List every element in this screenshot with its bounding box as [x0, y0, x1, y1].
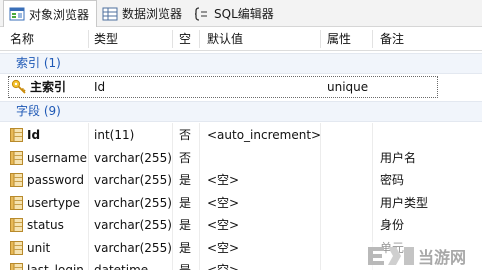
column-default[interactable]: 默认值	[207, 27, 243, 51]
field-default: <空>	[207, 218, 240, 232]
tab-label: 对象浏览器	[29, 7, 90, 22]
field-row[interactable]: usertype varchar(255) 是 <空> 用户类型	[0, 192, 482, 214]
tab-label: SQL编辑器	[214, 7, 274, 21]
watermark-text: 当游网	[418, 248, 466, 267]
tab-object-browser[interactable]: 对象浏览器	[3, 0, 98, 28]
field-default: <空>	[207, 173, 240, 187]
column-divider[interactable]	[88, 30, 89, 48]
index-group-header[interactable]: 索引 (1)	[0, 53, 482, 74]
field-row[interactable]: password varchar(255) 是 <空> 密码	[0, 169, 482, 191]
field-icon	[10, 150, 23, 165]
watermark-logo: 当游网	[362, 242, 482, 270]
field-default: <auto_increment>	[207, 128, 322, 142]
field-default: <空>	[207, 263, 240, 270]
sql-editor-icon	[194, 6, 210, 21]
field-note: 身份	[380, 218, 405, 232]
field-group-header[interactable]: 字段 (9)	[0, 101, 482, 122]
index-name: 主索引	[30, 80, 67, 94]
field-icon	[10, 173, 23, 187]
index-attribute: unique	[327, 80, 369, 94]
field-nullable: 是	[179, 218, 192, 232]
column-type[interactable]: 类型	[94, 27, 118, 51]
field-type: varchar(255)	[94, 150, 172, 165]
field-icon	[10, 128, 23, 142]
grid-line	[88, 123, 89, 270]
field-name: last_login	[27, 263, 84, 270]
key-icon	[11, 79, 27, 95]
column-nullable[interactable]: 空	[179, 27, 191, 51]
field-type: varchar(255)	[94, 218, 172, 232]
field-name: unit	[27, 240, 51, 255]
field-icon	[10, 218, 23, 232]
field-nullable: 否	[179, 128, 192, 142]
tab-bar: 对象浏览器 数据浏览器 SQL编辑器	[0, 0, 482, 28]
tab-data-browser[interactable]: 数据浏览器	[97, 0, 189, 27]
field-type: varchar(255)	[94, 195, 172, 210]
field-type: datetime	[94, 263, 149, 270]
index-field: Id	[94, 80, 106, 94]
column-attribute[interactable]: 属性	[327, 27, 351, 51]
field-group-label: 字段 (9)	[16, 104, 61, 118]
field-icon	[10, 240, 23, 255]
selection-outline	[8, 76, 438, 98]
field-nullable: 否	[179, 150, 192, 165]
field-name: usertype	[27, 195, 80, 210]
index-group-label: 索引 (1)	[16, 56, 61, 70]
tab-label: 数据浏览器	[122, 7, 183, 21]
field-type: varchar(255)	[94, 240, 172, 255]
column-divider[interactable]	[372, 30, 373, 48]
object-browser-icon	[9, 7, 25, 21]
field-icon	[10, 263, 23, 270]
field-note: 用户类型	[380, 195, 429, 210]
field-note: 密码	[380, 173, 405, 187]
column-header: 名称 类型 空 默认值 属性 备注	[0, 27, 482, 51]
field-nullable: 是	[179, 173, 192, 187]
index-row[interactable]: 主索引 Id unique	[0, 76, 482, 98]
field-note: 用户名	[380, 150, 417, 165]
field-name: status	[27, 218, 64, 232]
field-icon	[10, 195, 23, 210]
tab-sql-editor[interactable]: SQL编辑器	[189, 0, 281, 27]
grid-line	[172, 123, 173, 270]
column-divider[interactable]	[172, 30, 173, 48]
grid-line	[199, 123, 200, 270]
field-name: password	[27, 173, 84, 187]
field-row[interactable]: username varchar(255) 否 用户名	[0, 147, 482, 169]
field-type: varchar(255)	[94, 173, 172, 187]
column-divider[interactable]	[320, 30, 321, 48]
field-default: <空>	[207, 195, 240, 210]
field-nullable: 是	[179, 195, 192, 210]
field-name: Id	[27, 128, 41, 142]
data-browser-icon	[102, 7, 118, 21]
grid-line	[320, 123, 321, 270]
column-note[interactable]: 备注	[380, 27, 404, 51]
field-nullable: 是	[179, 240, 192, 255]
field-row[interactable]: Id int(11) 否 <auto_increment>	[0, 124, 482, 146]
field-nullable: 是	[179, 263, 192, 270]
column-name[interactable]: 名称	[10, 27, 34, 51]
field-name: username	[27, 150, 87, 165]
field-default: <空>	[207, 240, 240, 255]
column-divider[interactable]	[199, 30, 200, 48]
field-type: int(11)	[94, 128, 135, 142]
field-row[interactable]: status varchar(255) 是 <空> 身份	[0, 214, 482, 236]
